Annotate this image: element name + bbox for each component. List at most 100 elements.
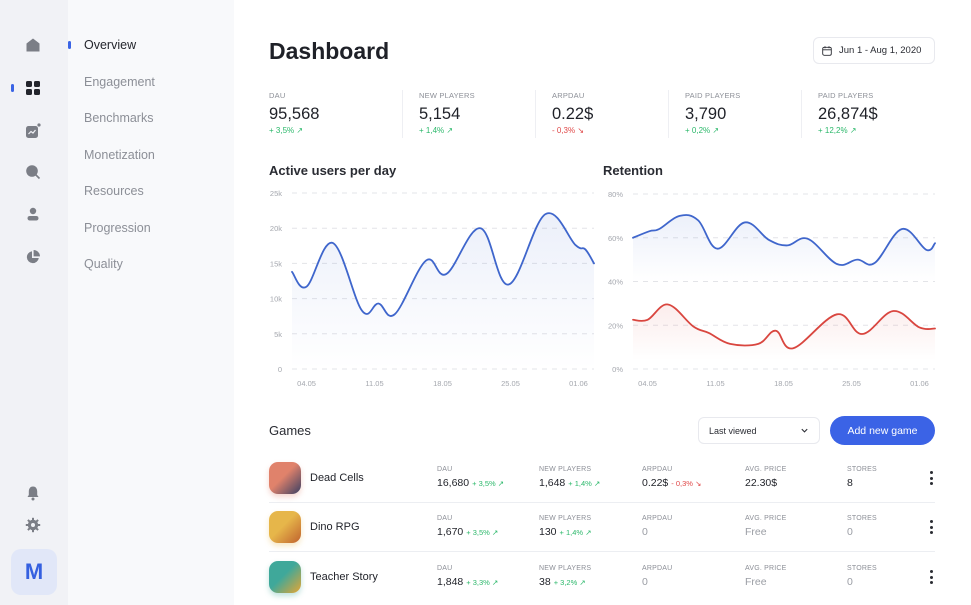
y-tick-label: 10k (270, 295, 282, 304)
user-avatar[interactable]: M (11, 549, 57, 595)
kpi-delta: + 3,5% ↗ (269, 126, 402, 135)
new-players-value: 130 (539, 526, 557, 538)
stat-arpdau: ARPDAU 0 (642, 565, 672, 588)
game-row[interactable]: Dead Cells DAU 16,680 + 3,5% ↗ NEW PLAYER… (269, 454, 935, 503)
home-icon (26, 38, 40, 52)
active-indicator (68, 41, 71, 49)
y-tick-label: 80% (608, 190, 623, 199)
pie-chart-icon (26, 250, 40, 264)
stat-delta-value: + 3,5% (472, 479, 496, 488)
game-row[interactable]: Dino RPG DAU 1,670 + 3,5% ↗ NEW PLAYERS 1… (269, 503, 935, 552)
kpi-dau: DAU 95,568 + 3,5% ↗ (269, 90, 402, 138)
kpi-new-players: NEW PLAYERS 5,154 + 1,4% ↗ (402, 90, 535, 138)
y-tick-label: 25k (270, 189, 282, 198)
x-tick-label: 25.05 (842, 379, 861, 388)
stat-value: 8 (847, 477, 853, 489)
stat-label: ARPDAU (642, 565, 673, 572)
stat-delta-value: + 1,4% (559, 528, 584, 537)
kpi-delta: + 1,4% ↗ (419, 126, 535, 135)
kpi-value: 95,568 (269, 105, 320, 123)
subnav-item-monetization[interactable]: Monetization (84, 148, 155, 162)
stat-delta: - 0,3% ↘ (671, 479, 701, 488)
stat-stores: STORES 8 (847, 466, 877, 489)
arrow-up-right-icon: ↗ (849, 126, 857, 135)
stat-stores: STORES 0 (847, 515, 877, 538)
stat-delta: + 3,2% ↗ (554, 578, 586, 587)
kpi-delta-value: + 0,2% (685, 126, 711, 135)
subnav-item-progression[interactable]: Progression (84, 221, 151, 235)
stat-avg-price: AVG. PRICE Free (745, 565, 787, 588)
stat-delta: + 3,5% ↗ (472, 479, 504, 488)
nav-dashboard[interactable] (24, 79, 42, 97)
kpi-delta: + 12,2% ↗ (818, 126, 934, 135)
stat-label: DAU (437, 466, 453, 473)
y-tick-label: 0 (278, 365, 282, 374)
game-row[interactable]: Teacher Story DAU 1,848 + 3,3% ↗ NEW PLAY… (269, 553, 935, 602)
kpi-value: 0.22$ (552, 105, 594, 123)
more-options-button[interactable] (927, 569, 935, 585)
subnav-item-resources[interactable]: Resources (84, 184, 144, 198)
game-name[interactable]: Teacher Story (310, 571, 378, 583)
chart-title-retention: Retention (603, 163, 663, 178)
stat-new-players: NEW PLAYERS 1,648 + 1,4% ↗ (539, 466, 600, 489)
stat-delta: + 1,4% ↗ (568, 479, 600, 488)
game-thumbnail[interactable] (269, 511, 301, 543)
date-range-label: Jun 1 - Aug 1, 2020 (839, 45, 922, 56)
nav-home[interactable] (24, 36, 42, 54)
x-tick-label: 11.05 (706, 379, 724, 388)
game-name[interactable]: Dino RPG (310, 521, 360, 533)
settings-button[interactable] (24, 516, 42, 534)
user-icon (27, 207, 39, 221)
subnav-item-overview[interactable]: Overview (84, 38, 136, 52)
subnav-item-quality[interactable]: Quality (84, 257, 123, 271)
stat-value: 1,848 + 3,3% ↗ (437, 576, 498, 588)
game-thumbnail[interactable] (269, 561, 301, 593)
stat-label: ARPDAU (642, 466, 673, 473)
subnav-item-benchmarks[interactable]: Benchmarks (84, 111, 153, 125)
nav-search[interactable] (24, 163, 42, 181)
arrow-up-right-icon: ↗ (585, 528, 592, 537)
chart-title-active-users: Active users per day (269, 163, 397, 178)
game-name[interactable]: Dead Cells (310, 472, 364, 484)
dashboard-grid-icon (26, 81, 40, 95)
notifications-button[interactable] (24, 484, 42, 502)
nav-user[interactable] (24, 205, 42, 223)
stat-delta: + 1,4% ↗ (560, 528, 592, 537)
new-players-value: 38 (539, 576, 551, 588)
stat-label: AVG. PRICE (745, 515, 787, 522)
sort-select[interactable]: Last viewed (698, 417, 820, 444)
kpi-label: PAID PLAYERS (685, 91, 741, 100)
active-users-chart: 0 5k 10k 15k 20k 25k 04.05 11.05 18.05 25.05 01.06 (270, 189, 595, 388)
chevron-down-icon (801, 428, 808, 433)
stat-new-players: NEW PLAYERS 38 + 3,2% ↗ (539, 565, 591, 588)
x-tick-label: 25.05 (501, 379, 520, 388)
games-section-title: Games (269, 423, 311, 438)
x-tick-label: 01.06 (910, 379, 929, 388)
kpi-paid-players: PAID PLAYERS 3,790 + 0,2% ↗ (668, 90, 801, 138)
kpi-delta: + 0,2% ↗ (685, 126, 801, 135)
more-options-button[interactable] (927, 519, 935, 535)
subnav-item-engagement[interactable]: Engagement (84, 75, 155, 89)
series-area (292, 213, 594, 369)
more-options-button[interactable] (927, 470, 935, 486)
active-indicator (11, 84, 14, 92)
stat-value: 0.22$ - 0,3% ↘ (642, 477, 701, 489)
x-tick-label: 18.05 (774, 379, 793, 388)
stat-delta-value: + 3,5% (466, 528, 490, 537)
kpi-delta-value: + 3,5% (269, 126, 295, 135)
stat-value: Free (745, 576, 767, 588)
stat-avg-price: AVG. PRICE 22.30$ (745, 466, 787, 489)
arrow-up-right-icon: ↗ (491, 528, 499, 537)
add-new-game-button[interactable]: Add new game (830, 416, 935, 445)
stat-avg-price: AVG. PRICE Free (745, 515, 787, 538)
kpi-label: NEW PLAYERS (419, 91, 475, 100)
stat-delta: + 3,5% ↗ (466, 528, 498, 537)
nav-analytics[interactable] (24, 122, 42, 140)
game-thumbnail[interactable] (269, 462, 301, 494)
nav-reports[interactable] (24, 248, 42, 266)
date-range-picker[interactable]: Jun 1 - Aug 1, 2020 (813, 37, 935, 64)
kebab-dot (929, 531, 933, 534)
kpi-label: ARPDAU (552, 91, 585, 100)
series-area (633, 214, 935, 282)
search-icon (26, 165, 41, 180)
